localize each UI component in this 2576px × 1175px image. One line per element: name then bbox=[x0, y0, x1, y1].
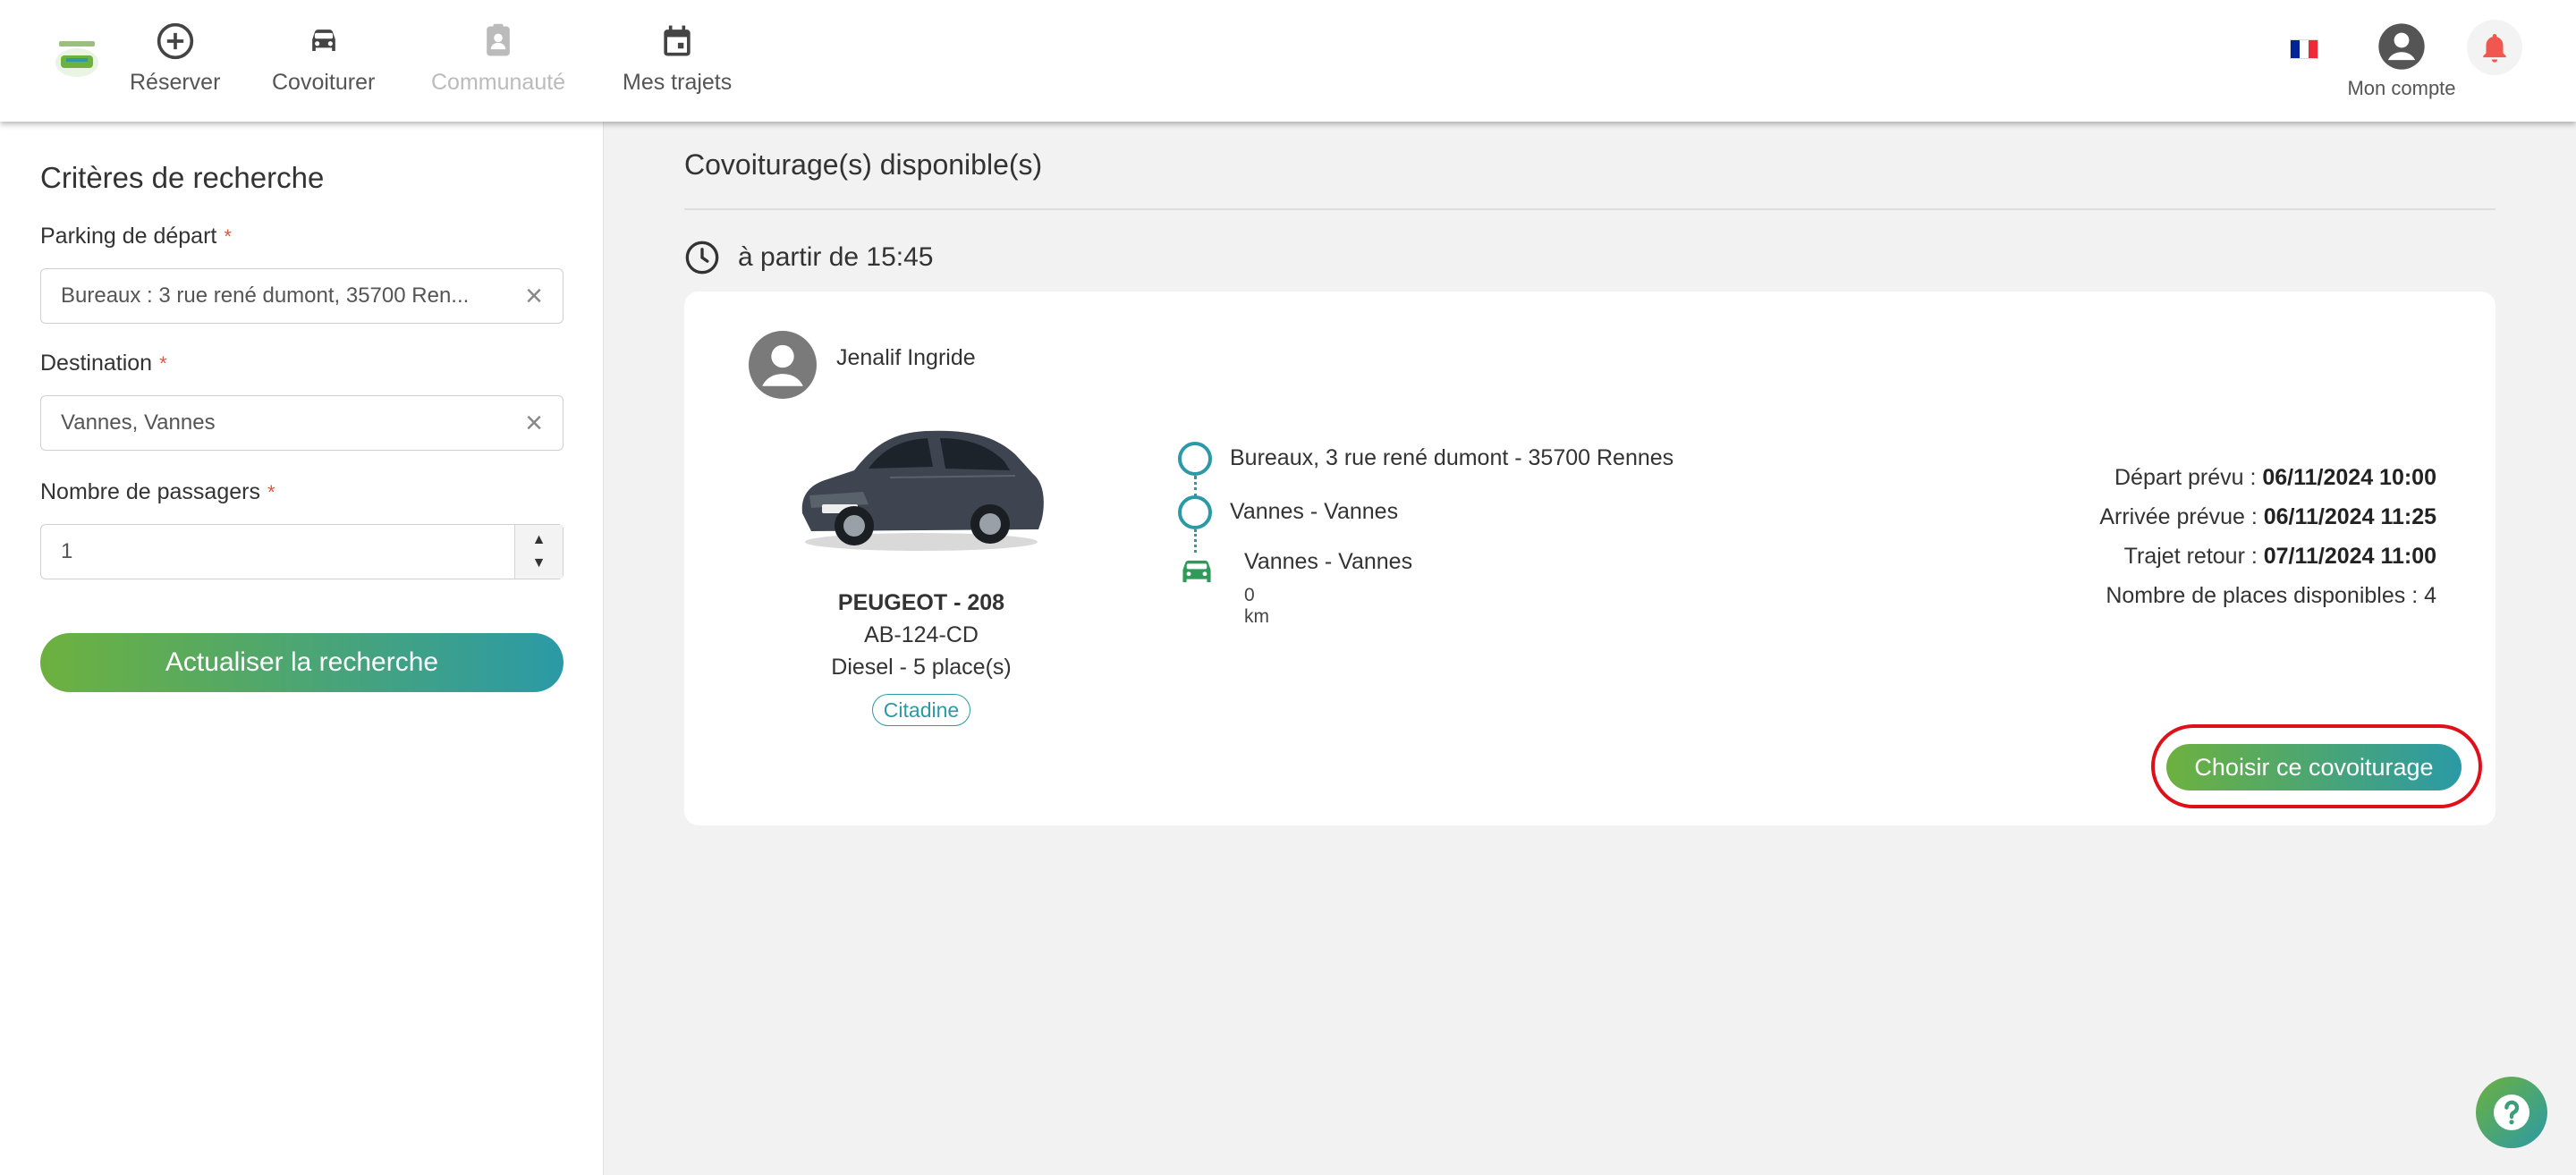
community-icon bbox=[487, 23, 510, 56]
help-button[interactable] bbox=[2476, 1077, 2547, 1148]
route-stop-text: Vannes - Vannes bbox=[1230, 499, 1399, 524]
carpool-card: Jenalif Ingride PEUGEOT - 208 AB-124-CD … bbox=[684, 292, 2496, 825]
passengers-stepper[interactable]: ▲ ▼ bbox=[514, 525, 563, 579]
nav-mes-trajets[interactable]: Mes trajets bbox=[623, 21, 732, 96]
nav-reserver[interactable]: Réserver bbox=[130, 21, 220, 96]
route-start-text: Bureaux, 3 rue rené dumont - 35700 Renne… bbox=[1230, 445, 1674, 470]
destination-car-icon bbox=[1182, 560, 1211, 583]
car-category-badge: Citadine bbox=[871, 694, 971, 726]
route-distance: 0 km bbox=[1244, 585, 1269, 627]
notifications-button[interactable] bbox=[2467, 20, 2522, 75]
car-plate: AB-124-CD bbox=[864, 622, 979, 647]
required-mark: * bbox=[159, 352, 167, 375]
arrival-time-value: 06/11/2024 11:25 bbox=[2263, 504, 2436, 529]
divider bbox=[684, 208, 2496, 210]
destination-label: Destination * bbox=[40, 351, 167, 376]
car-info: Diesel - 5 place(s) bbox=[831, 655, 1012, 680]
account-label: Mon compte bbox=[2347, 77, 2456, 99]
destination-select[interactable]: Vannes, Vannes × bbox=[40, 395, 564, 451]
bell-icon bbox=[2483, 33, 2506, 63]
route-destination-text: Vannes - Vannes bbox=[1244, 549, 1413, 574]
refresh-search-button[interactable]: Actualiser la recherche bbox=[40, 633, 564, 692]
intermediate-stop-icon bbox=[1178, 495, 1212, 529]
arrival-time-label: Arrivée prévue : bbox=[2099, 504, 2258, 529]
car-details: PEUGEOT - 208 AB-124-CD Diesel - 5 place… bbox=[818, 587, 1024, 726]
departure-time-label: Départ prévu : bbox=[2114, 465, 2257, 490]
departure-label: Parking de départ * bbox=[40, 224, 232, 249]
car-image bbox=[801, 430, 1044, 551]
destination-label-text: Destination bbox=[40, 351, 153, 376]
clear-departure-icon[interactable]: × bbox=[525, 281, 543, 311]
departure-label-text: Parking de départ bbox=[40, 224, 217, 249]
return-trip-row: Trajet retour : 07/11/2024 11:00 bbox=[2099, 537, 2436, 576]
stepper-up-icon[interactable]: ▲ bbox=[532, 533, 547, 547]
time-group-header: à partir de 15:45 bbox=[684, 240, 933, 275]
account-menu[interactable]: Mon compte bbox=[2345, 21, 2458, 100]
return-trip-label: Trajet retour : bbox=[2123, 544, 2258, 569]
plus-circle-icon bbox=[157, 22, 193, 60]
departure-time-row: Départ prévu : 06/11/2024 10:00 bbox=[2099, 458, 2436, 497]
french-flag-icon[interactable] bbox=[2290, 39, 2318, 59]
departure-select[interactable]: Bureaux : 3 rue rené dumont, 35700 Ren..… bbox=[40, 268, 564, 324]
nav-reserver-label: Réserver bbox=[130, 70, 221, 95]
choose-carpool-button[interactable]: Choisir ce covoiturage bbox=[2166, 744, 2462, 790]
car-model: PEUGEOT - 208 bbox=[837, 590, 1005, 615]
clear-destination-icon[interactable]: × bbox=[525, 408, 543, 438]
required-mark: * bbox=[224, 225, 232, 248]
passengers-input[interactable]: 1 ▲ ▼ bbox=[40, 524, 564, 579]
time-label: à partir de 15:45 bbox=[738, 242, 934, 272]
search-criteria-panel: Critères de recherche Parking de départ *… bbox=[0, 122, 604, 1175]
route-connector bbox=[1194, 529, 1197, 553]
driver-avatar-icon bbox=[749, 331, 817, 399]
top-navbar: Réserver Covoiturer Communauté Mes traje… bbox=[0, 0, 2576, 122]
calendar-icon bbox=[664, 25, 691, 56]
nav-communaute[interactable]: Communauté bbox=[431, 21, 565, 96]
required-mark: * bbox=[267, 481, 275, 503]
panel-title: Critères de recherche bbox=[40, 161, 325, 194]
user-avatar-icon bbox=[2378, 23, 2425, 70]
arrival-time-row: Arrivée prévue : 06/11/2024 11:25 bbox=[2099, 497, 2436, 537]
trip-details: Départ prévu : 06/11/2024 10:00 Arrivée … bbox=[2099, 458, 2436, 615]
car-icon bbox=[311, 30, 335, 51]
nav-communaute-label: Communauté bbox=[431, 70, 566, 95]
nav-covoiturer-label: Covoiturer bbox=[272, 70, 376, 95]
route-connector bbox=[1194, 476, 1197, 497]
departure-time-value: 06/11/2024 10:00 bbox=[2262, 465, 2436, 490]
departure-value: Bureaux : 3 rue rené dumont, 35700 Ren..… bbox=[61, 283, 470, 308]
return-trip-value: 07/11/2024 11:00 bbox=[2263, 544, 2436, 569]
question-icon bbox=[2494, 1095, 2529, 1130]
available-seats: Nombre de places disponibles : 4 bbox=[2106, 583, 2436, 608]
destination-value: Vannes, Vannes bbox=[61, 410, 216, 435]
app-logo[interactable] bbox=[54, 38, 100, 79]
nav-mes-trajets-label: Mes trajets bbox=[623, 70, 733, 95]
nav-covoiturer[interactable]: Covoiturer bbox=[272, 21, 375, 96]
start-stop-icon bbox=[1178, 442, 1212, 476]
passengers-value: 1 bbox=[61, 539, 73, 563]
driver-name: Jenalif Ingride bbox=[836, 345, 976, 370]
clock-icon bbox=[685, 241, 719, 275]
passengers-label: Nombre de passagers * bbox=[40, 479, 275, 505]
results-title: Covoiturage(s) disponible(s) bbox=[684, 148, 1043, 181]
passengers-label-text: Nombre de passagers bbox=[40, 479, 260, 504]
stepper-down-icon[interactable]: ▼ bbox=[532, 556, 547, 571]
